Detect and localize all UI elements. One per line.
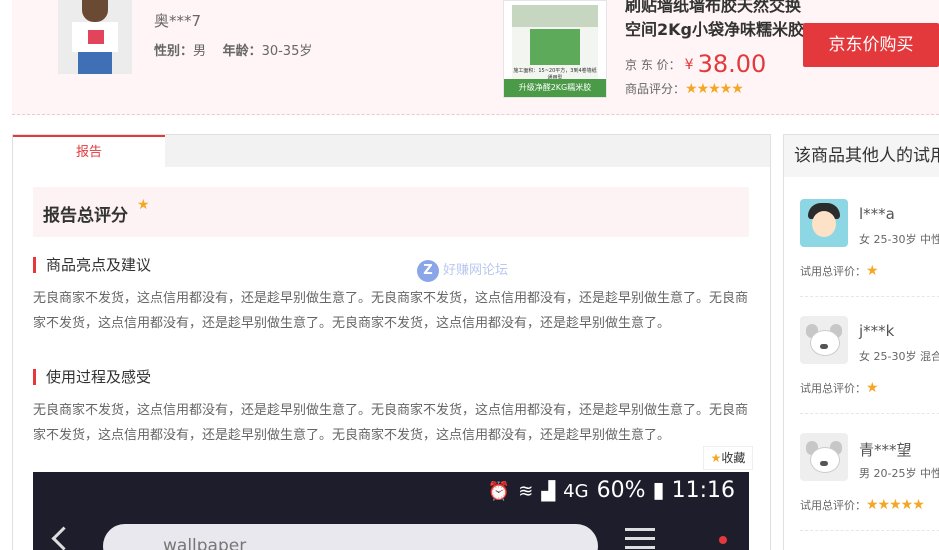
wifi-icon: ≋ xyxy=(518,481,534,502)
reviewer-score: 试用总评价：★ xyxy=(800,380,879,396)
product-image-caption: 施工面积：15~20平方，3到4卷墙纸 xyxy=(513,68,597,74)
network-type: 4G xyxy=(563,481,589,502)
watermark-logo-icon: Z xyxy=(417,260,439,282)
section-title-highlights: 商品亮点及建议 xyxy=(33,257,151,273)
gender-label: 性别： xyxy=(154,44,194,59)
star-icon: ★ xyxy=(866,380,879,396)
report-panel: 报告 报告总评分 ★ 商品亮点及建议 无良商家不发货，这点信用都没有，还是趁早别… xyxy=(12,134,771,550)
phone-search-text: wallpaper xyxy=(163,536,247,550)
reviewer-meta: 女 25-30岁 混合 xyxy=(859,350,939,363)
reviewer-name[interactable]: l***a xyxy=(859,205,895,223)
forum-watermark: Z 好赚网论坛 xyxy=(417,259,508,282)
favorite-button[interactable]: ★收藏 xyxy=(703,446,753,470)
reviewer-meta: 男 20-25岁 中性 xyxy=(859,467,939,480)
divider xyxy=(800,413,939,414)
phone-time: 11:16 xyxy=(671,478,735,503)
avatar[interactable] xyxy=(800,316,848,364)
score-label: 试用总评价： xyxy=(800,382,866,395)
product-image-strip: 升级净醛2KG糯米胶 xyxy=(504,79,606,97)
divider xyxy=(800,296,939,297)
avatar[interactable] xyxy=(800,433,848,481)
price-label: 京 东 价： xyxy=(625,58,681,72)
phone-search-bar: wallpaper xyxy=(103,524,598,550)
notification-dot-icon xyxy=(719,536,727,544)
divider xyxy=(800,530,939,531)
section-title-usage: 使用过程及感受 xyxy=(33,369,151,385)
avatar[interactable] xyxy=(800,199,848,247)
reviewer-name[interactable]: j***k xyxy=(859,322,894,340)
back-arrow-icon xyxy=(51,526,76,550)
tab-report[interactable]: 报告 xyxy=(13,135,165,167)
side-panel-title: 该商品其他人的试用 xyxy=(784,135,939,177)
other-reviewers-panel: 该商品其他人的试用 l***a 女 25-30岁 中性 试用总评价：★ j***… xyxy=(783,134,939,550)
star-icon: ★ xyxy=(137,197,150,213)
product-title[interactable]: 刷贴墙纸墙布胶天然交换空间2Kg小袋净味糯米胶 xyxy=(625,0,810,42)
reviewer-card[interactable]: 青***望 男 20-25岁 中性 试用总评价：★★★★★ xyxy=(800,433,939,533)
phone-status-bar: ⏰ ≋ ▟ 4G 60% ▮ 11:16 xyxy=(488,478,735,503)
score-label: 试用总评价： xyxy=(800,499,866,512)
score-label: 试用总评价： xyxy=(800,265,866,278)
reviewer-gender-age: 性别：男 年龄：30-35岁 xyxy=(154,40,312,59)
reviewer-meta: 女 25-30岁 中性 xyxy=(859,233,939,246)
reviewer-name[interactable]: 青***望 xyxy=(859,439,912,460)
star-icon: ★ xyxy=(866,263,879,279)
section-text-highlights: 无良商家不发货，这点信用都没有，还是趁早别做生意了。无良商家不发货，这点信用都没… xyxy=(33,291,749,331)
product-header-band: 奥***7 性别：男 年龄：30-35岁 施工面积：15~20平方，3到4卷墙纸… xyxy=(12,0,939,115)
gender-value: 男 xyxy=(193,44,207,59)
favorite-label: 收藏 xyxy=(721,451,746,465)
reviewer-card[interactable]: j***k 女 25-30岁 混合 试用总评价：★ xyxy=(800,316,939,416)
phone-screenshot-image: ⏰ ≋ ▟ 4G 60% ▮ 11:16 wallpaper xyxy=(33,472,749,550)
price-row: 京 东 价： ¥38.00 xyxy=(625,50,766,78)
product-price: 38.00 xyxy=(697,50,767,78)
reviewer-score: 试用总评价：★★★★★ xyxy=(800,497,925,513)
rating-label: 商品评分： xyxy=(625,82,686,96)
report-score-title: 报告总评分 xyxy=(43,206,128,226)
currency-symbol: ¥ xyxy=(684,57,694,73)
signal-icon: ▟ xyxy=(541,481,556,502)
buy-jd-price-button[interactable]: 京东价购买 xyxy=(803,23,939,67)
section-text-usage: 无良商家不发货，这点信用都没有，还是趁早别做生意了。无良商家不发货，这点信用都没… xyxy=(33,403,749,443)
watermark-text: 好赚网论坛 xyxy=(443,263,509,278)
age-value: 30-35岁 xyxy=(261,44,313,59)
menu-icon xyxy=(625,528,655,550)
battery-icon: ▮ xyxy=(652,478,665,503)
tab-bar: 报告 xyxy=(13,135,770,167)
battery-level: 60% xyxy=(596,478,646,503)
reviewer-card[interactable]: l***a 女 25-30岁 中性 试用总评价：★ xyxy=(800,199,939,299)
star-icon: ★ xyxy=(710,451,722,465)
reviewer-avatar xyxy=(58,0,132,74)
star-icon: ★★★★★ xyxy=(866,497,925,513)
alarm-icon: ⏰ xyxy=(487,481,511,502)
star-icon: ★★★★★ xyxy=(685,81,744,97)
age-label: 年龄： xyxy=(222,44,262,59)
product-rating-row: 商品评分：★★★★★ xyxy=(625,80,744,97)
reviewer-username: 奥***7 xyxy=(154,12,202,30)
report-score-box: 报告总评分 ★ xyxy=(33,187,749,237)
product-image[interactable]: 施工面积：15~20平方，3到4卷墙纸 通用型 升级净醛2KG糯米胶 xyxy=(503,0,607,98)
reviewer-score: 试用总评价：★ xyxy=(800,263,879,279)
